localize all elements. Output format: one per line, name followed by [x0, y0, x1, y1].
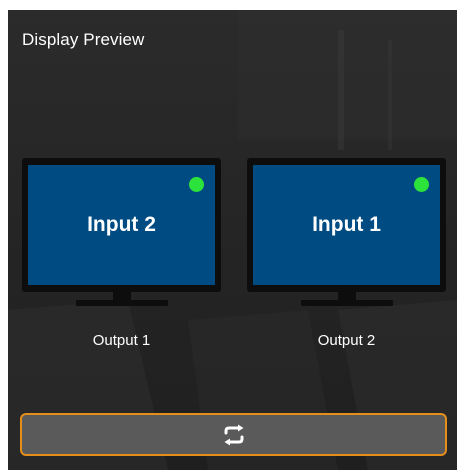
swap-button[interactable] — [20, 413, 447, 456]
status-indicator — [414, 177, 429, 192]
display-preview-panel: Display Preview Input 2 Input 1 Output 1… — [8, 10, 457, 470]
monitor-neck — [112, 292, 131, 300]
monitor-output-2: Input 1 — [247, 158, 446, 306]
monitor-neck — [337, 292, 356, 300]
swap-arrows-icon — [224, 424, 243, 445]
output-label-1: Output 1 — [92, 332, 151, 349]
input-label: Input 2 — [87, 213, 156, 236]
status-indicator — [189, 177, 204, 192]
input-label: Input 1 — [312, 213, 381, 236]
monitor-screen[interactable]: Input 1 — [253, 165, 440, 285]
monitor-frame: Input 2 — [22, 158, 221, 292]
monitor-output-1: Input 2 — [22, 158, 221, 306]
monitor-screen[interactable]: Input 2 — [28, 165, 215, 285]
page-title: Display Preview — [22, 30, 145, 49]
monitor-base — [300, 300, 393, 306]
output-label-2: Output 2 — [317, 332, 376, 349]
monitor-base — [75, 300, 168, 306]
monitor-frame: Input 1 — [247, 158, 446, 292]
